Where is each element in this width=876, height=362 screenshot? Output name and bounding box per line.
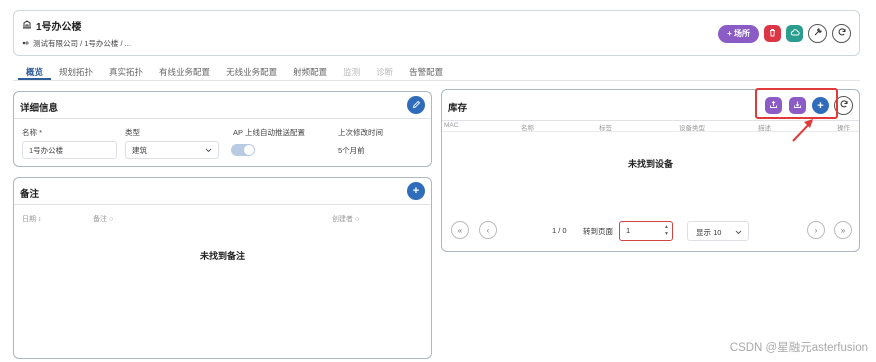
notes-title: 备注 [20,189,40,200]
wrench-icon [813,27,823,40]
chevron-left-icon: ‹ [486,225,490,235]
site-header: 1号办公楼 测试有限公司 / 1号办公楼 / ... + 场所 [13,10,860,56]
last-page-button[interactable]: » [834,221,852,239]
name-value: 1号办公楼 [29,145,64,155]
trash-icon [768,28,777,39]
name-label: 名称 * [22,128,43,137]
delete-button[interactable] [764,25,781,42]
tab-real-topology[interactable]: 真实拓扑 [101,62,151,80]
goto-page-value: 1 [626,226,631,235]
annotation-highlight-box [755,88,838,119]
tab-plan-topology[interactable]: 规划拓扑 [51,62,101,80]
notes-card-header: 备注 + [14,178,431,205]
settings-button[interactable] [808,24,827,43]
inv-col-name[interactable]: 名称 [521,122,534,132]
chevron-down-icon [205,146,212,155]
tab-overview[interactable]: 概览 [18,62,52,80]
header-actions: + 场所 [718,24,851,43]
type-select[interactable]: 建筑 [125,141,219,159]
refresh-icon [837,27,847,40]
next-page-button[interactable]: › [807,221,825,239]
notes-table-header: 日期 ↕ 备注 ○ 创建者 ○ [14,214,431,226]
pagination: « ‹ 1 / 0 转到页面 1 ▲ ▼ 显示 10 › » [442,221,859,241]
edit-details-button[interactable] [407,96,425,114]
double-chevron-right-icon: » [840,225,846,235]
tab-diagnose: 诊断 [376,67,394,77]
details-card: 详细信息 名称 * 类型 AP 上线自动推送配置 上次修改时间 1号办公楼 建筑… [13,91,432,167]
tab-divider [13,80,860,81]
first-page-button[interactable]: « [451,221,469,239]
inv-col-mac[interactable]: MAC [444,122,458,129]
chevron-right-icon: › [814,225,818,235]
page-size-select[interactable]: 显示 10 [687,221,749,241]
tab-wireless-config[interactable]: 无线业务配置 [218,62,285,80]
notes-col-note[interactable]: 备注 ○ [93,214,113,224]
type-value: 建筑 [132,145,147,155]
breadcrumb-text[interactable]: 测试有限公司 / 1号办公楼 / ... [33,38,131,49]
tab-wired-config[interactable]: 有线业务配置 [151,62,218,80]
details-card-header: 详细信息 [14,92,431,119]
page-size-value: 显示 10 [696,228,722,237]
ap-push-toggle[interactable] [231,144,255,156]
type-label: 类型 [125,128,140,137]
page-info: 1 / 0 [552,226,567,235]
chevron-down-icon [735,228,742,237]
page-title: 1号办公楼 [22,18,82,33]
refresh-button[interactable] [832,24,851,43]
inv-col-tag[interactable]: 标签 [599,122,612,132]
network-icon [22,39,30,49]
breadcrumb[interactable]: 测试有限公司 / 1号办公楼 / ... [22,38,131,49]
prev-page-button[interactable]: ‹ [479,221,497,239]
tab-alarm-config[interactable]: 告警配置 [401,62,451,80]
add-note-button[interactable]: + [407,182,425,200]
last-modified-label: 上次修改时间 [338,128,383,137]
details-title: 详细信息 [20,103,59,114]
inventory-title: 库存 [448,103,468,114]
inv-col-description[interactable]: 描述 [758,122,771,132]
stepper-icon[interactable]: ▲ ▼ [664,224,669,238]
cloud-button[interactable] [786,25,803,42]
last-modified-value: 5个月前 [338,145,365,155]
tab-bar: 概览 规划拓扑 真实拓扑 有线业务配置 无线业务配置 射频配置 监测 诊断 告警… [18,62,451,80]
building-icon [22,19,32,32]
notes-empty-message: 未找到备注 [199,251,245,261]
inventory-empty-message: 未找到设备 [627,159,673,169]
pencil-icon [412,100,421,111]
name-field[interactable]: 1号办公楼 [22,141,117,159]
inv-col-device-type[interactable]: 设备类型 [679,122,705,132]
ap-push-toggle-wrap [231,141,255,159]
notes-card: 备注 + 日期 ↕ 备注 ○ 创建者 ○ 未找到备注 [13,177,432,359]
plus-icon: + [412,185,420,197]
tab-rf-config[interactable]: 射频配置 [285,62,335,80]
refresh-icon [839,99,849,112]
add-place-button[interactable]: + 场所 [718,24,759,43]
notes-col-creator[interactable]: 创建者 ○ [332,214,359,224]
ap-push-label: AP 上线自动推送配置 [233,128,305,137]
inv-col-actions: 操作 [837,125,850,132]
notes-col-date[interactable]: 日期 ↕ [22,214,41,224]
watermark: CSDN @星融元asterfusion [729,342,868,354]
double-chevron-left-icon: « [457,225,463,235]
tab-monitor: 监测 [343,67,361,77]
cloud-icon [790,28,800,39]
goto-label: 转到页面 [583,227,613,236]
inventory-table-header: MAC 名称 标签 设备类型 描述 操作 [442,121,859,132]
goto-page-input[interactable]: 1 ▲ ▼ [619,221,673,241]
